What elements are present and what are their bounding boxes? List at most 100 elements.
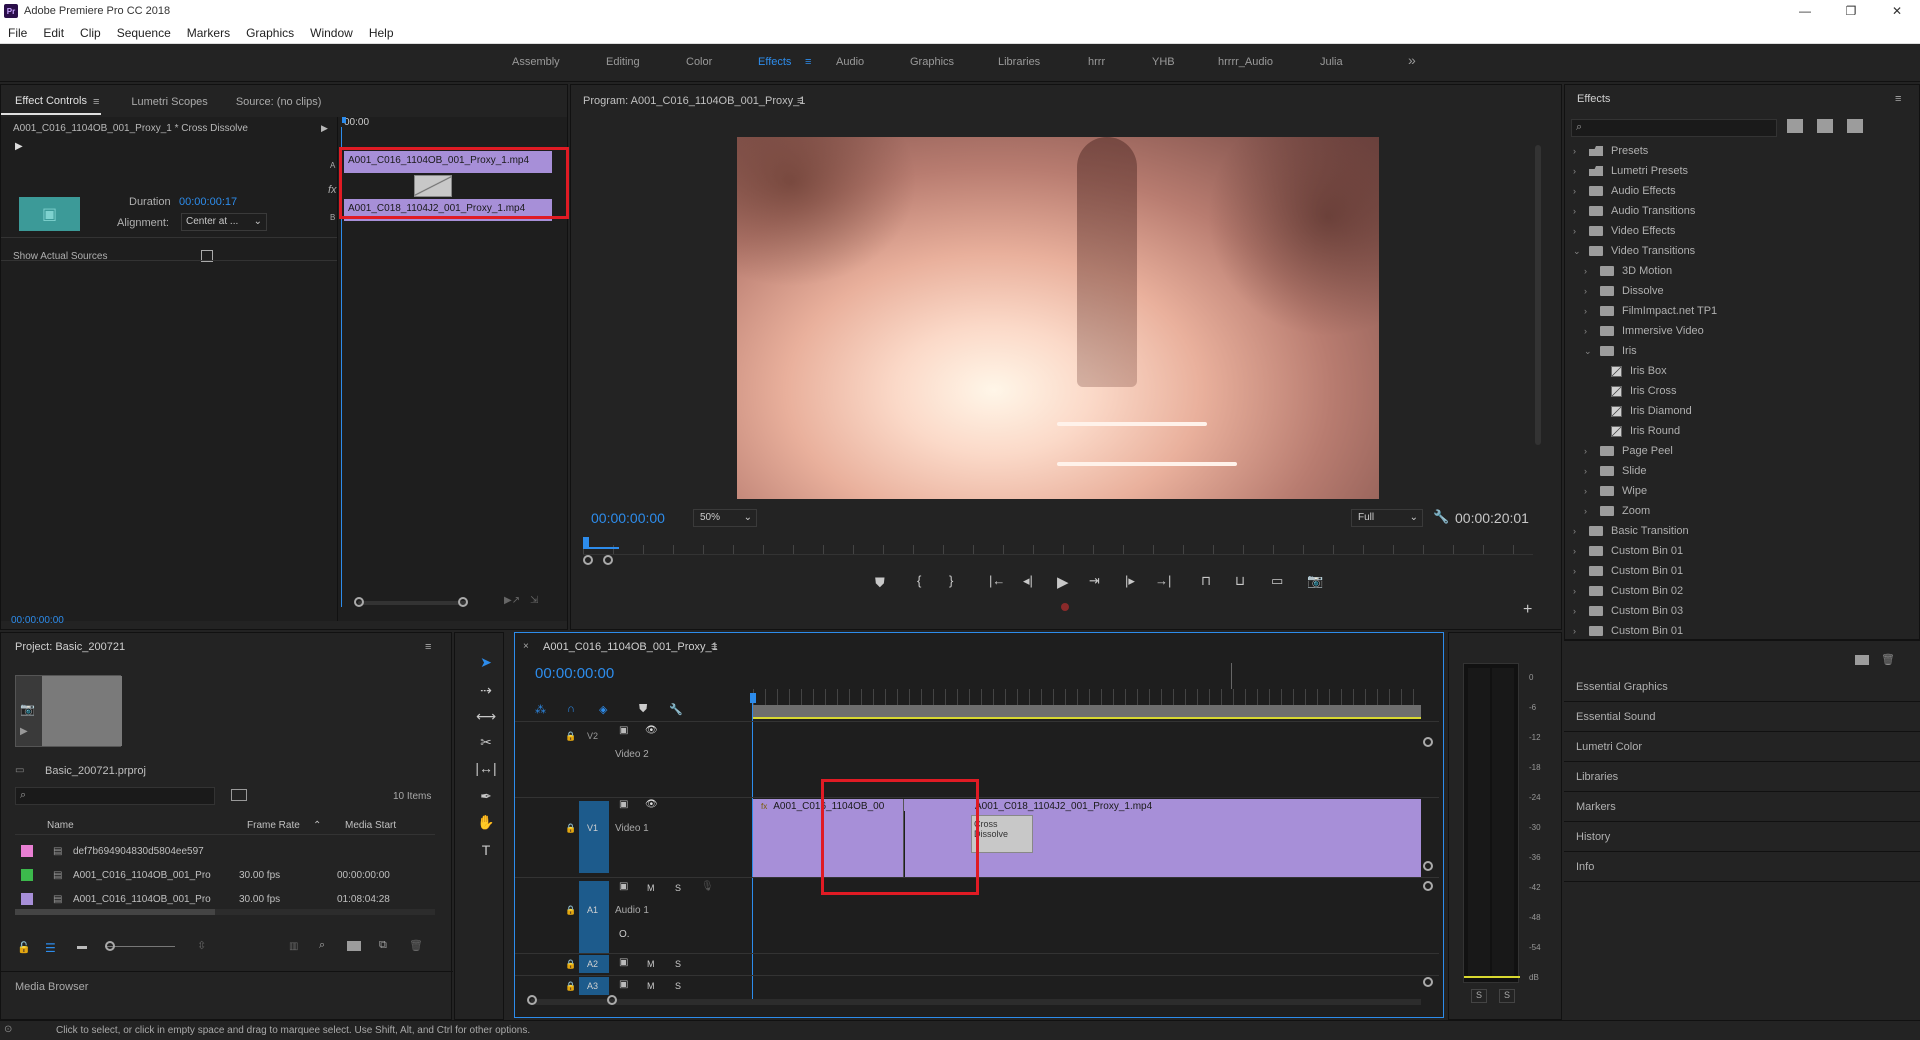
chevron-down-icon[interactable]: ⌄	[1573, 246, 1583, 257]
sort-ascending-icon[interactable]: ⌃	[313, 820, 321, 831]
chevron-down-icon[interactable]: ⌄	[1584, 346, 1594, 357]
tab-lumetri-scopes[interactable]: Lumetri Scopes	[117, 89, 221, 115]
a1-mute-button[interactable]: M	[647, 883, 655, 893]
workspace-menu-icon[interactable]: ≡	[805, 56, 811, 68]
a1-target[interactable]: A1	[587, 905, 598, 915]
chevron-right-icon[interactable]: ›	[1573, 626, 1583, 636]
media-browser-tab[interactable]: Media Browser	[15, 981, 88, 993]
chevron-right-icon[interactable]: ›	[1573, 206, 1583, 216]
effects-tree-item[interactable]: › Presets	[1573, 145, 1648, 157]
menu-window[interactable]: Window	[302, 26, 361, 40]
a1-lock-icon[interactable]: 🔒	[565, 905, 576, 916]
zoom-slider[interactable]	[105, 946, 175, 947]
effects-tree-item[interactable]: Iris Box	[1595, 365, 1667, 377]
share-icon[interactable]: ⇲	[530, 595, 538, 606]
workspace-hrrr[interactable]: hrrr	[1088, 56, 1105, 68]
hand-tool-icon[interactable]: ✋	[474, 810, 498, 834]
a2-mute-button[interactable]: M	[647, 959, 655, 969]
v1-sync-icon[interactable]: ▣	[619, 799, 628, 810]
export-icon[interactable]: ▶↗	[504, 595, 520, 606]
effects-tree-item[interactable]: › Audio Transitions	[1573, 205, 1695, 217]
workspace-audio[interactable]: Audio	[836, 56, 864, 68]
workspace-editing[interactable]: Editing	[606, 56, 640, 68]
new-bin-icon[interactable]	[1855, 655, 1869, 665]
timeline-playhead[interactable]	[750, 693, 756, 703]
tab-effect-controls[interactable]: Effect Controls	[1, 89, 101, 115]
effects-tree-item[interactable]: › Zoom	[1584, 505, 1650, 517]
v1-source-patch[interactable]	[579, 801, 609, 873]
effects-tree-item[interactable]: › FilmImpact.net TP1	[1584, 305, 1717, 317]
workspace-color[interactable]: Color	[686, 56, 712, 68]
timeline-timecode[interactable]: 00:00:00:00	[535, 665, 614, 682]
label-color-swatch[interactable]	[21, 845, 33, 857]
side-panel-essential-sound[interactable]: Essential Sound	[1564, 702, 1920, 732]
project-search-input[interactable]: ⌕	[15, 787, 215, 805]
v1-eye-icon[interactable]: 👁	[645, 799, 658, 810]
a1-mic-icon[interactable]: 🎙	[701, 881, 714, 892]
project-menu-icon[interactable]: ≡	[425, 641, 431, 653]
tab-source[interactable]: Source: (no clips)	[222, 89, 336, 115]
effects-tree-item[interactable]: Iris Round	[1595, 425, 1680, 437]
chevron-right-icon[interactable]: ›	[1573, 526, 1583, 536]
list-view-icon[interactable]: ☰	[45, 941, 56, 955]
v2-target[interactable]: V2	[587, 731, 607, 749]
linked-selection-icon[interactable]: ◈	[599, 703, 607, 716]
program-scrub-bar[interactable]	[583, 545, 1533, 555]
find-icon[interactable]: ⌕	[319, 939, 325, 952]
chevron-right-icon[interactable]: ›	[1573, 186, 1583, 196]
workspace-effects[interactable]: Effects	[758, 56, 791, 68]
program-playhead[interactable]	[583, 537, 589, 547]
solo-right-button[interactable]: S	[1499, 989, 1515, 1003]
chevron-right-icon[interactable]: ›	[1584, 486, 1594, 496]
menu-graphics[interactable]: Graphics	[238, 26, 302, 40]
go-to-in-icon[interactable]: |←	[989, 573, 1005, 588]
chevron-right-icon[interactable]: ›	[1584, 306, 1594, 316]
32bit-effects-icon[interactable]	[1817, 119, 1833, 133]
effects-tree-item[interactable]: Iris Diamond	[1595, 405, 1692, 417]
chevron-right-icon[interactable]: ›	[1584, 286, 1594, 296]
a3-sync-icon[interactable]: ▣	[619, 979, 628, 990]
chevron-right-icon[interactable]: ›	[1584, 446, 1594, 456]
effects-tree-item[interactable]: › Custom Bin 01	[1573, 565, 1683, 577]
chevron-right-icon[interactable]: ›	[1573, 606, 1583, 616]
effects-tree-item[interactable]: › Video Effects	[1573, 225, 1675, 237]
expand-arrow-icon[interactable]: ▶	[321, 123, 328, 134]
project-thumbnail[interactable]: 📷 ▶	[15, 675, 122, 747]
duration-value[interactable]: 00:00:00:17	[179, 196, 237, 208]
yuv-effects-icon[interactable]	[1847, 119, 1863, 133]
chevron-right-icon[interactable]: ›	[1573, 146, 1583, 156]
a1-solo-button[interactable]: S	[675, 883, 681, 893]
go-to-out-icon[interactable]: →|	[1155, 573, 1171, 588]
new-item-icon[interactable]: ⧉	[379, 939, 387, 952]
lock-icon[interactable]: 🔓	[17, 941, 31, 954]
icon-view-icon[interactable]: ▬	[77, 941, 87, 952]
chevron-right-icon[interactable]: ›	[1573, 226, 1583, 236]
menu-clip[interactable]: Clip	[72, 26, 109, 40]
more-workspaces-icon[interactable]: »	[1408, 52, 1416, 68]
a2-target[interactable]: A2	[587, 959, 598, 969]
accelerated-effects-icon[interactable]	[1787, 119, 1803, 133]
column-name[interactable]: Name	[47, 820, 74, 831]
a2-lock-icon[interactable]: 🔒	[565, 959, 576, 970]
minimize-icon[interactable]: —	[1782, 0, 1828, 22]
quality-dropdown[interactable]: Full ⌄	[1351, 509, 1423, 527]
effects-tree-item[interactable]: › Dissolve	[1584, 285, 1664, 297]
chevron-right-icon[interactable]: ›	[1573, 566, 1583, 576]
add-marker-icon[interactable]: ⛊	[875, 575, 885, 591]
wrench-icon[interactable]: 🔧	[1433, 509, 1449, 525]
workspace-graphics[interactable]: Graphics	[910, 56, 954, 68]
program-vertical-scroll[interactable]	[1535, 145, 1541, 445]
effects-tree-item[interactable]: › Lumetri Presets	[1573, 165, 1688, 177]
v2-sync-icon[interactable]: ▣	[619, 725, 628, 736]
close-sequence-icon[interactable]: ×	[523, 641, 529, 652]
export-frame-icon[interactable]: 📷	[1307, 573, 1323, 589]
effects-tree-item[interactable]: › Audio Effects	[1573, 185, 1676, 197]
effects-tree-item[interactable]: ⌄ Iris	[1584, 345, 1637, 357]
automate-icon[interactable]: ▥	[289, 941, 298, 952]
timeline-marker-icon[interactable]: ⛊	[639, 703, 647, 716]
effects-tree-item[interactable]: › 3D Motion	[1584, 265, 1672, 277]
workspace-assembly[interactable]: Assembly	[512, 56, 560, 68]
delete-icon[interactable]: 🗑	[1881, 653, 1895, 666]
new-bin-icon[interactable]	[347, 941, 361, 951]
chevron-right-icon[interactable]: ›	[1573, 166, 1583, 176]
